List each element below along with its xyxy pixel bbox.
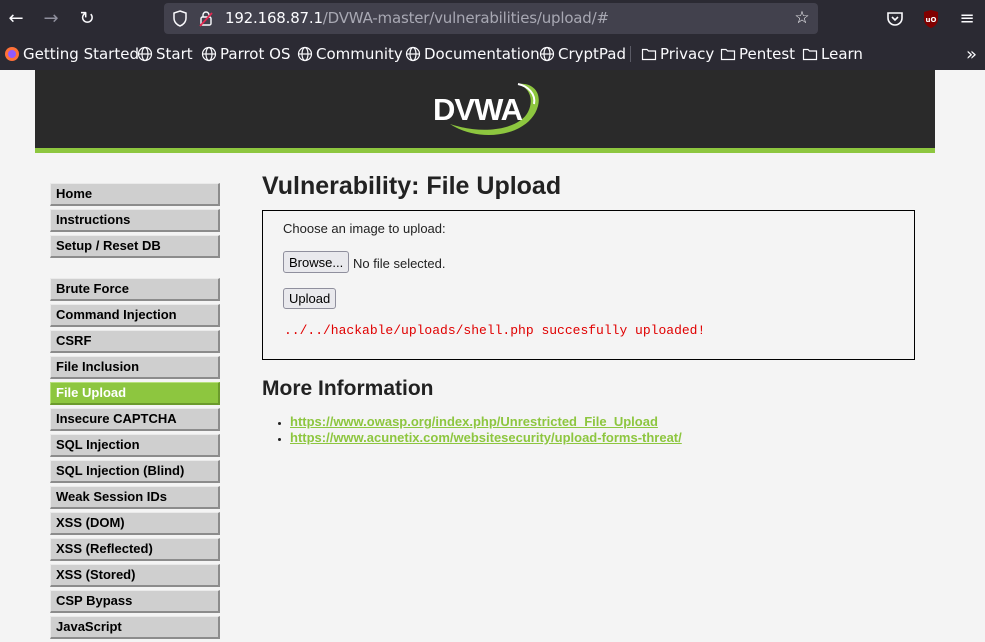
- svg-text:uO: uO: [926, 16, 937, 24]
- bookmark-documentation[interactable]: Documentation: [405, 44, 540, 64]
- acunetix-link[interactable]: https://www.acunetix.com/websitesecurity…: [290, 430, 682, 445]
- menu-item-weak-session-ids[interactable]: Weak Session IDs: [50, 486, 220, 509]
- url-text: 192.168.87.1/DVWA-master/vulnerabilities…: [225, 9, 609, 27]
- bookmark-label: Learn: [821, 45, 863, 63]
- bookmark-folder-learn[interactable]: Learn: [802, 44, 863, 64]
- menu-item-file-inclusion[interactable]: File Inclusion: [50, 356, 220, 379]
- menu-item-xss-dom[interactable]: XSS (DOM): [50, 512, 220, 535]
- url-path: /DVWA-master/vulnerabilities/upload/#: [322, 9, 609, 27]
- bookmark-folder-pentest[interactable]: Pentest: [720, 44, 795, 64]
- menu-item-instructions[interactable]: Instructions: [50, 209, 220, 232]
- menu-item-javascript[interactable]: JavaScript: [50, 616, 220, 639]
- bookmark-label: Parrot OS: [220, 45, 291, 63]
- browse-button[interactable]: Browse...: [283, 251, 350, 273]
- bookmark-label: Getting Started: [23, 45, 139, 63]
- more-information-heading: More Information: [262, 377, 434, 400]
- folder-icon: [720, 48, 736, 61]
- menu-group-vulnerabilities: Brute Force Command Injection CSRF File Inc…: [50, 278, 220, 639]
- dvwa-header: DVWA: [35, 70, 935, 153]
- list-item: https://www.acunetix.com/websitesecurity…: [290, 430, 682, 446]
- firefox-icon: [5, 47, 19, 61]
- menu-item-csrf[interactable]: CSRF: [50, 330, 220, 353]
- menu-item-sql-injection-blind[interactable]: SQL Injection (Blind): [50, 460, 220, 483]
- bookmarks-separator: [630, 46, 631, 62]
- bookmark-cryptpad[interactable]: CryptPad: [539, 44, 626, 64]
- back-arrow-icon[interactable]: ←: [4, 7, 28, 31]
- sidebar-menu: Home Instructions Setup / Reset DB Brute F…: [50, 183, 220, 642]
- upload-form-box: Choose an image to upload: Browse... No …: [262, 210, 915, 360]
- browser-toolbar: ← → ↻ 192.168.87.1/DVWA-master/vulnerabi…: [0, 0, 985, 38]
- bookmark-label: Community: [316, 45, 403, 63]
- menu-gap: [50, 261, 220, 278]
- dvwa-logo: DVWA: [433, 83, 539, 136]
- more-information-links: https://www.owasp.org/index.php/Unrestri…: [290, 414, 682, 446]
- menu-item-xss-reflected[interactable]: XSS (Reflected): [50, 538, 220, 561]
- bookmark-folder-privacy[interactable]: Privacy: [641, 44, 714, 64]
- menu-item-insecure-captcha[interactable]: Insecure CAPTCHA: [50, 408, 220, 431]
- ublock-origin-icon[interactable]: uO: [920, 8, 942, 30]
- globe-icon: [137, 46, 153, 62]
- bookmark-star-icon[interactable]: ☆: [792, 8, 812, 28]
- shield-icon[interactable]: [172, 10, 188, 27]
- owasp-link[interactable]: https://www.owasp.org/index.php/Unrestri…: [290, 414, 658, 429]
- bookmark-parrot-os[interactable]: Parrot OS: [201, 44, 290, 64]
- hamburger-menu-icon[interactable]: ≡: [955, 7, 979, 31]
- bookmark-getting-started[interactable]: Getting Started: [4, 44, 139, 64]
- globe-icon: [201, 46, 217, 62]
- bookmark-label: Pentest: [739, 45, 796, 63]
- menu-item-command-injection[interactable]: Command Injection: [50, 304, 220, 327]
- menu-item-home[interactable]: Home: [50, 183, 220, 206]
- bookmark-label: Documentation: [424, 45, 540, 63]
- choose-image-label: Choose an image to upload:: [283, 221, 446, 236]
- menu-item-csp-bypass[interactable]: CSP Bypass: [50, 590, 220, 613]
- globe-icon: [405, 46, 421, 62]
- globe-icon: [539, 46, 555, 62]
- menu-item-file-upload[interactable]: File Upload: [50, 382, 220, 405]
- bookmark-community[interactable]: Community: [297, 44, 403, 64]
- page-title: Vulnerability: File Upload: [262, 172, 562, 200]
- folder-icon: [802, 48, 818, 61]
- pocket-icon[interactable]: [884, 8, 906, 30]
- reload-icon[interactable]: ↻: [75, 7, 99, 31]
- no-file-selected-text: No file selected.: [353, 256, 446, 271]
- list-item: https://www.owasp.org/index.php/Unrestri…: [290, 414, 682, 430]
- menu-item-sql-injection[interactable]: SQL Injection: [50, 434, 220, 457]
- dvwa-container: DVWA Home Instructions Setup / Reset DB Br…: [35, 70, 935, 642]
- folder-icon: [641, 48, 657, 61]
- logo-text: DVWA: [433, 92, 523, 127]
- bookmarks-overflow-icon[interactable]: »: [966, 44, 977, 65]
- bookmark-label: Start: [156, 45, 193, 63]
- upload-result-message: ../../hackable/uploads/shell.php succesf…: [284, 323, 706, 338]
- forward-arrow-icon[interactable]: →: [39, 7, 63, 31]
- menu-group-main: Home Instructions Setup / Reset DB: [50, 183, 220, 258]
- menu-item-xss-stored[interactable]: XSS (Stored): [50, 564, 220, 587]
- insecure-lock-icon[interactable]: [199, 10, 213, 27]
- url-bar[interactable]: 192.168.87.1/DVWA-master/vulnerabilities…: [164, 3, 818, 34]
- bookmarks-bar: Getting Started Start Parrot OS Communit…: [0, 38, 985, 70]
- globe-icon: [297, 46, 313, 62]
- menu-item-setup-reset-db[interactable]: Setup / Reset DB: [50, 235, 220, 258]
- bookmark-label: CryptPad: [558, 45, 627, 63]
- url-host: 192.168.87.1: [225, 9, 323, 27]
- page-viewport: DVWA Home Instructions Setup / Reset DB Br…: [0, 70, 985, 642]
- menu-item-brute-force[interactable]: Brute Force: [50, 278, 220, 301]
- upload-button[interactable]: Upload: [283, 288, 337, 309]
- bookmark-label: Privacy: [660, 45, 715, 63]
- main-content: Vulnerability: File Upload Choose an ima…: [262, 170, 922, 445]
- bookmark-start[interactable]: Start: [137, 44, 193, 64]
